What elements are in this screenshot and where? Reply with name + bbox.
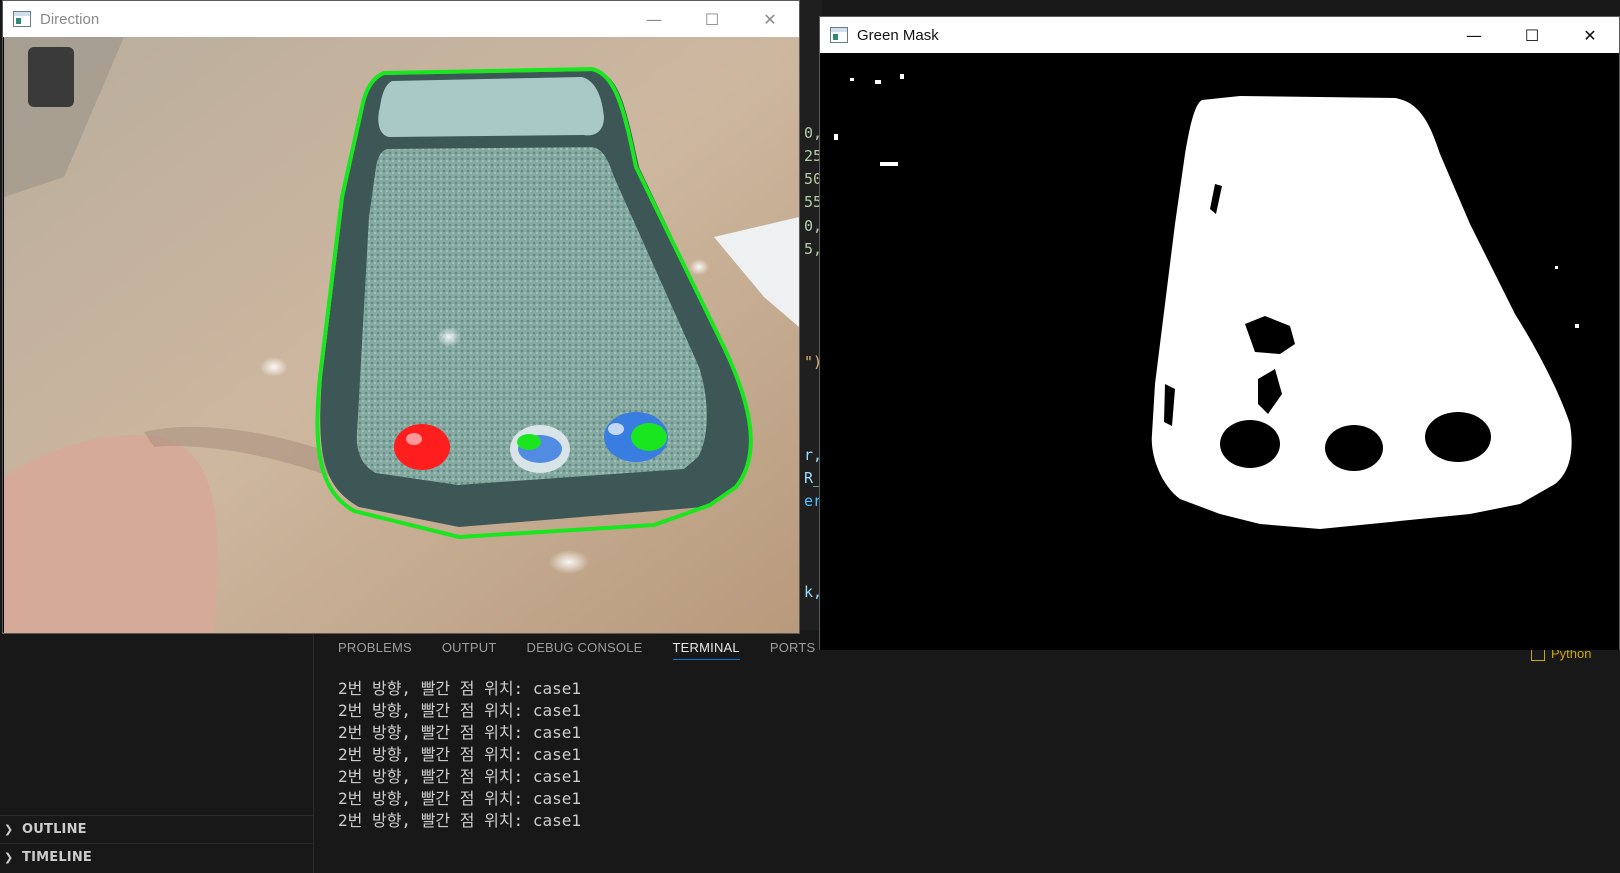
mask-hole-left bbox=[1220, 420, 1280, 468]
pink-pad bbox=[4, 434, 218, 633]
app-icon bbox=[13, 11, 31, 27]
camera-view bbox=[4, 37, 799, 633]
mask-hole-right bbox=[1425, 412, 1491, 462]
close-button[interactable]: ✕ bbox=[1561, 17, 1619, 53]
tab-problems[interactable]: PROBLEMS bbox=[338, 630, 412, 666]
window-title: Direction bbox=[40, 10, 100, 28]
charger-object bbox=[28, 47, 74, 107]
terminal-line: 2번 방향, 빨간 점 위치: case1 bbox=[338, 701, 581, 720]
chevron-right-icon: ❯ bbox=[4, 823, 14, 836]
tab-output[interactable]: OUTPUT bbox=[442, 630, 497, 666]
terminal-line: 2번 방향, 빨간 점 위치: case1 bbox=[338, 811, 581, 830]
maximize-button[interactable]: ☐ bbox=[1503, 17, 1561, 53]
mask-image bbox=[820, 54, 1619, 650]
tray-top-panel bbox=[378, 77, 604, 137]
app-icon bbox=[830, 27, 848, 43]
terminal-line: 2번 방향, 빨간 점 위치: case1 bbox=[338, 745, 581, 764]
close-button[interactable]: ✕ bbox=[741, 1, 799, 37]
terminal-line: 2번 방향, 빨간 점 위치: case1 bbox=[338, 679, 581, 698]
bottom-panel: PROBLEMS OUTPUT DEBUG CONSOLE TERMINAL P… bbox=[314, 630, 1620, 873]
sidebar-section-label: OUTLINE bbox=[22, 822, 87, 837]
terminal-line: 2번 방향, 빨간 점 위치: case1 bbox=[338, 723, 581, 742]
mask-view bbox=[820, 54, 1619, 650]
panel-tabs: PROBLEMS OUTPUT DEBUG CONSOLE TERMINAL P… bbox=[314, 630, 845, 666]
minimize-button[interactable]: — bbox=[1445, 17, 1503, 53]
titlebar[interactable]: Direction — ☐ ✕ bbox=[3, 1, 799, 37]
tab-debug-console[interactable]: DEBUG CONSOLE bbox=[527, 630, 643, 666]
sidebar: ❯ OUTLINE ❯ TIMELINE bbox=[0, 630, 314, 873]
camera-frame bbox=[4, 37, 799, 633]
minimize-button[interactable]: — bbox=[625, 1, 683, 37]
window-title: Green Mask bbox=[857, 26, 939, 44]
tab-terminal[interactable]: TERMINAL bbox=[672, 630, 741, 666]
titlebar[interactable]: Green Mask — ☐ ✕ bbox=[820, 17, 1619, 53]
tab-ports[interactable]: PORTS bbox=[770, 630, 816, 666]
direction-window[interactable]: Direction — ☐ ✕ bbox=[2, 0, 800, 634]
terminal-output[interactable]: 2번 방향, 빨간 점 위치: case1 2번 방향, 빨간 점 위치: ca… bbox=[338, 678, 581, 832]
maximize-button[interactable]: ☐ bbox=[683, 1, 741, 37]
sidebar-section-outline[interactable]: ❯ OUTLINE bbox=[0, 815, 314, 843]
sidebar-section-timeline[interactable]: ❯ TIMELINE bbox=[0, 843, 314, 871]
terminal-line: 2번 방향, 빨간 점 위치: case1 bbox=[338, 789, 581, 808]
green-mask-window[interactable]: Green Mask — ☐ ✕ bbox=[819, 16, 1620, 650]
terminal-line: 2번 방향, 빨간 점 위치: case1 bbox=[338, 767, 581, 786]
chevron-right-icon: ❯ bbox=[4, 851, 14, 864]
red-marker bbox=[394, 424, 450, 470]
sidebar-section-label: TIMELINE bbox=[22, 850, 93, 865]
mask-hole-middle bbox=[1325, 425, 1383, 471]
